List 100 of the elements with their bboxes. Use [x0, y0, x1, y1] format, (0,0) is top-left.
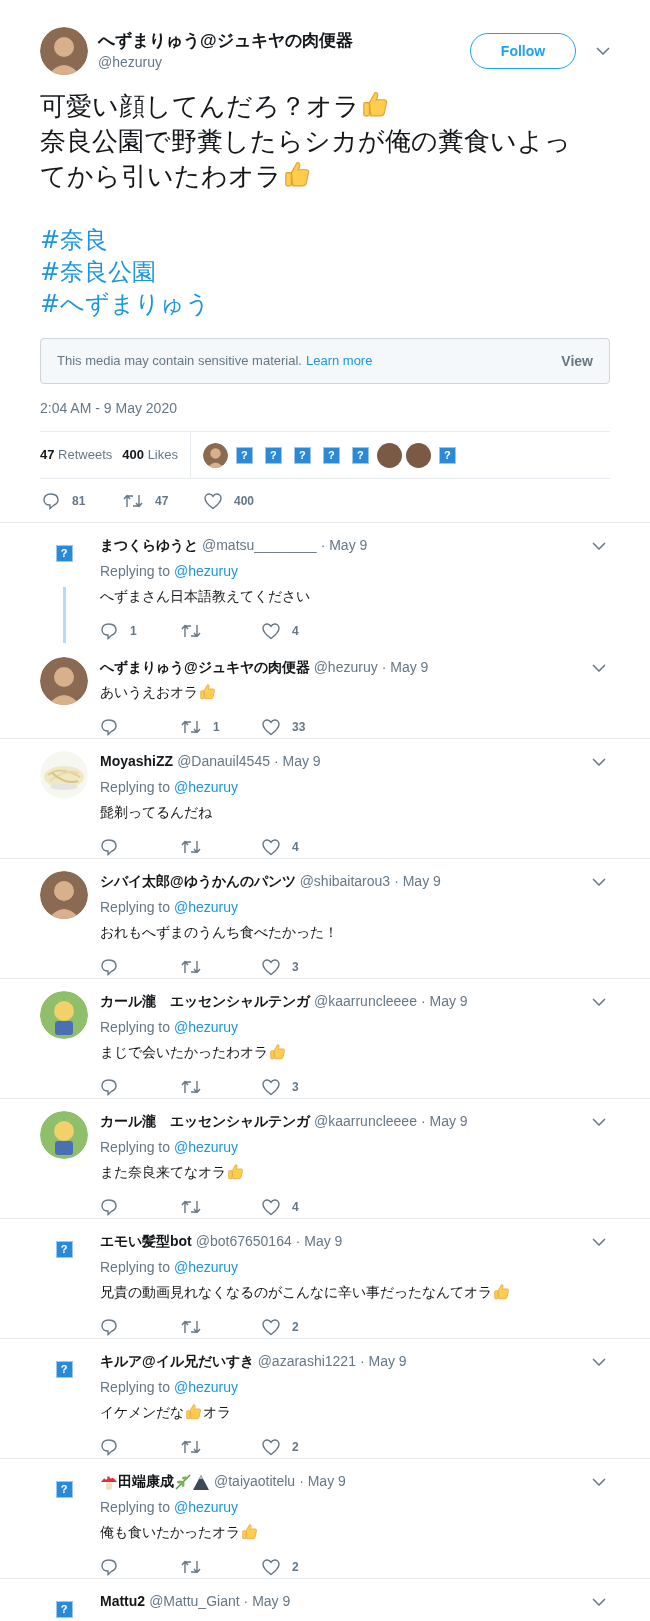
reply-icon[interactable]	[100, 622, 118, 640]
reply-author-handle[interactable]: @Mattu_Giant	[149, 1591, 240, 1612]
heart-icon[interactable]	[262, 838, 280, 856]
heart-icon[interactable]	[262, 1558, 280, 1576]
mention-link[interactable]: @hezuruy	[173, 779, 238, 795]
reply-date[interactable]: · May 9	[273, 751, 321, 772]
reply-icon[interactable]	[100, 1438, 118, 1456]
broken-image-icon[interactable]: ?	[323, 446, 340, 464]
broken-image-icon[interactable]: ?	[294, 446, 311, 464]
mention-link[interactable]: @hezuruy	[173, 1019, 238, 1035]
mention-link[interactable]: @hezuruy	[173, 1139, 238, 1155]
avatar[interactable]	[40, 871, 88, 919]
retweet-icon[interactable]	[181, 1079, 201, 1095]
broken-image-icon[interactable]: ?	[352, 446, 369, 464]
heart-icon[interactable]	[262, 718, 280, 736]
reply-icon[interactable]	[100, 1078, 118, 1096]
reply-author-handle[interactable]: @kaarruncleeee	[314, 991, 417, 1012]
broken-image-icon[interactable]: ?	[265, 446, 282, 464]
hashtag-link[interactable]: #へずまりゅう	[40, 288, 211, 320]
avatar[interactable]	[40, 27, 88, 75]
reply-icon[interactable]	[100, 718, 118, 736]
chevron-down-icon[interactable]	[592, 1477, 606, 1486]
reply-author-handle[interactable]: @bot67650164	[195, 1231, 292, 1252]
reply-author-handle[interactable]: @kaarruncleeee	[314, 1111, 417, 1132]
reply-date[interactable]: · May 9	[359, 1351, 407, 1372]
heart-icon[interactable]	[262, 622, 280, 640]
author-name[interactable]: へずまりゅう@ジュキヤの肉便器	[98, 29, 470, 52]
broken-image-icon[interactable]: ?	[236, 446, 253, 464]
avatar[interactable]	[203, 442, 228, 468]
broken-image-icon[interactable]: ?	[55, 1481, 73, 1498]
reply-author-handle[interactable]: @taiyaotitelu	[214, 1471, 296, 1492]
reply-author-handle[interactable]: @azarashi1221	[257, 1351, 356, 1372]
reply-icon[interactable]	[42, 492, 60, 510]
retweet-icon[interactable]	[123, 493, 143, 509]
stat-count[interactable]: 47	[40, 447, 55, 463]
reply-date[interactable]: · May 9	[243, 1591, 291, 1612]
chevron-down-icon[interactable]	[592, 541, 606, 550]
mention-link[interactable]: @hezuruy	[173, 563, 238, 579]
chevron-down-icon[interactable]	[592, 877, 606, 886]
avatar[interactable]	[40, 1111, 88, 1159]
reply-author-handle[interactable]: @shibaitarou3	[299, 871, 391, 892]
chevron-down-icon[interactable]	[592, 757, 606, 766]
stat-label[interactable]: Likes	[147, 447, 178, 463]
heart-icon[interactable]	[262, 1078, 280, 1096]
reply-date[interactable]: · May 9	[420, 991, 468, 1012]
heart-icon[interactable]	[262, 958, 280, 976]
chevron-down-icon[interactable]	[592, 997, 606, 1006]
author-handle[interactable]: @hezuruy	[98, 51, 470, 73]
reply-icon[interactable]	[100, 958, 118, 976]
reply-date[interactable]: · May 9	[381, 657, 429, 678]
mention-link[interactable]: @hezuruy	[173, 899, 238, 915]
broken-image-icon[interactable]: ?	[55, 1601, 73, 1618]
retweet-icon[interactable]	[181, 839, 201, 855]
retweet-icon[interactable]	[181, 1439, 201, 1455]
retweet-icon[interactable]	[181, 623, 201, 639]
timestamp[interactable]: 2:04 AM - 9 May 2020	[40, 398, 610, 419]
reply-icon[interactable]	[100, 1318, 118, 1336]
broken-image-icon[interactable]: ?	[55, 545, 73, 562]
reply-date[interactable]: · May 9	[394, 871, 441, 892]
mention-link[interactable]: @hezuruy	[173, 1379, 238, 1395]
view-button[interactable]: View	[561, 350, 593, 372]
chevron-down-icon[interactable]	[592, 663, 606, 672]
hashtag-link[interactable]: #奈良	[40, 224, 109, 256]
avatar[interactable]	[40, 657, 88, 705]
chevron-down-icon[interactable]	[592, 1237, 606, 1246]
reply-date[interactable]: · May 9	[295, 1231, 343, 1252]
stat-label[interactable]: Retweets	[58, 447, 113, 463]
chevron-down-icon[interactable]	[592, 1597, 606, 1606]
learn-more-link[interactable]: Learn more	[305, 351, 373, 371]
chevron-down-icon[interactable]	[596, 47, 610, 55]
reply-icon[interactable]	[100, 1198, 118, 1216]
mention-link[interactable]: @hezuruy	[173, 1259, 238, 1275]
reply-author-handle[interactable]: @Danauil4545	[177, 751, 270, 772]
retweet-icon[interactable]	[181, 1559, 201, 1575]
broken-image-icon[interactable]: ?	[439, 446, 456, 464]
reply-date[interactable]: · May 9	[320, 535, 368, 556]
avatar[interactable]	[377, 442, 402, 468]
reply-icon[interactable]	[100, 838, 118, 856]
avatar[interactable]	[406, 442, 431, 468]
chevron-down-icon[interactable]	[592, 1117, 606, 1126]
retweet-icon[interactable]	[181, 1319, 201, 1335]
reply-author-handle[interactable]: @hezuruy	[313, 657, 378, 678]
avatar[interactable]	[40, 991, 88, 1039]
reply-icon[interactable]	[100, 1558, 118, 1576]
retweet-icon[interactable]	[181, 719, 201, 735]
mention-link[interactable]: @hezuruy	[173, 1499, 238, 1515]
chevron-down-icon[interactable]	[592, 1357, 606, 1366]
reply-date[interactable]: · May 9	[299, 1471, 346, 1492]
stat-count[interactable]: 400	[122, 447, 144, 463]
hashtag-link[interactable]: #奈良公園	[40, 256, 157, 288]
reply-date[interactable]: · May 9	[420, 1111, 468, 1132]
reply-author-handle[interactable]: @matsu________	[202, 535, 317, 556]
broken-image-icon[interactable]: ?	[55, 1241, 73, 1258]
heart-icon[interactable]	[262, 1198, 280, 1216]
broken-image-icon[interactable]: ?	[55, 1361, 73, 1378]
heart-icon[interactable]	[262, 1438, 280, 1456]
retweet-icon[interactable]	[181, 1199, 201, 1215]
heart-icon[interactable]	[262, 1318, 280, 1336]
retweet-icon[interactable]	[181, 959, 201, 975]
heart-icon[interactable]	[204, 492, 222, 510]
